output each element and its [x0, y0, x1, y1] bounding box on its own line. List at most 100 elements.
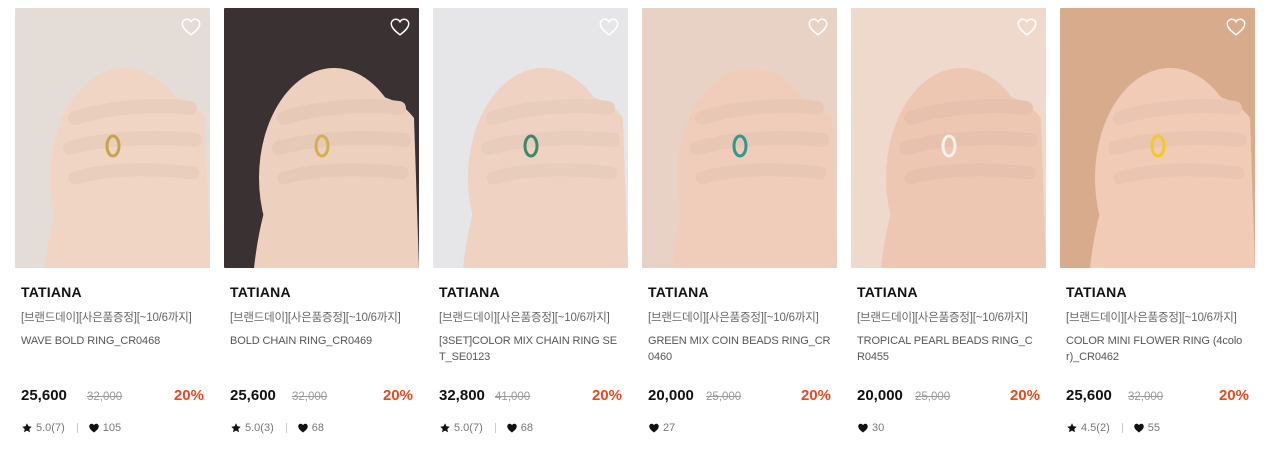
rating: 5.0(3): [230, 422, 274, 434]
discount-rate: 20%: [1218, 387, 1249, 404]
star-icon: [439, 422, 451, 434]
product-grid: TATIANA [브랜드데이][사은품증정][~10/6까지] WAVE BOL…: [0, 0, 1267, 465]
price-row: 20,000 25,000 20%: [857, 384, 1040, 406]
likes-count: 55: [1147, 422, 1160, 434]
wishlist-heart-icon[interactable]: [389, 16, 411, 38]
rating-text: 5.0(7): [36, 422, 65, 434]
meta-divider: [1121, 423, 1123, 433]
discount-rate: 20%: [173, 387, 204, 404]
heart-filled-icon: [857, 422, 869, 434]
wishlist-heart-icon[interactable]: [180, 16, 202, 38]
rating: 4.5(2): [1066, 422, 1110, 434]
product-meta: 5.0(3) 68: [230, 420, 324, 436]
product-image[interactable]: [1060, 8, 1255, 268]
rating: 5.0(7): [21, 422, 65, 434]
likes: 27: [648, 422, 675, 434]
wishlist-heart-icon[interactable]: [1225, 16, 1247, 38]
product-meta: 27: [648, 420, 675, 436]
product-card[interactable]: TATIANA [브랜드데이][사은품증정][~10/6까지] TROPICAL…: [851, 8, 1046, 448]
product-name[interactable]: GREEN MIX COIN BEADS RING_CR0460: [648, 333, 831, 367]
product-image[interactable]: [15, 8, 210, 268]
product-brand[interactable]: TATIANA: [439, 284, 622, 302]
price-row: 32,800 41,000 20%: [439, 384, 622, 406]
likes-count: 30: [872, 422, 885, 434]
sale-price: 20,000: [857, 387, 903, 404]
product-promo[interactable]: [브랜드데이][사은품증정][~10/6까지]: [1066, 309, 1249, 325]
product-meta: 4.5(2) 55: [1066, 420, 1160, 436]
product-brand[interactable]: TATIANA: [648, 284, 831, 302]
product-photo: [433, 8, 628, 268]
meta-divider: [285, 423, 287, 433]
likes: 55: [1133, 422, 1160, 434]
product-promo[interactable]: [브랜드데이][사은품증정][~10/6까지]: [230, 309, 413, 325]
product-brand[interactable]: TATIANA: [21, 284, 204, 302]
product-card[interactable]: TATIANA [브랜드데이][사은품증정][~10/6까지] COLOR MI…: [1060, 8, 1255, 448]
heart-filled-icon: [88, 422, 100, 434]
price-row: 25,600 32,000 20%: [1066, 384, 1249, 406]
product-photo: [224, 8, 419, 268]
price-row: 25,600 32,000 20%: [230, 384, 413, 406]
original-price: 41,000: [495, 391, 531, 403]
product-brand[interactable]: TATIANA: [230, 284, 413, 302]
meta-divider: [494, 423, 496, 433]
likes-count: 68: [520, 422, 533, 434]
product-name[interactable]: COLOR MINI FLOWER RING (4color)_CR0462: [1066, 333, 1249, 367]
discount-rate: 20%: [591, 387, 622, 404]
likes: 68: [297, 422, 324, 434]
likes: 68: [506, 422, 533, 434]
heart-filled-icon: [648, 422, 660, 434]
original-price: 32,000: [1128, 391, 1164, 403]
original-price: 32,000: [87, 391, 123, 403]
product-brand[interactable]: TATIANA: [857, 284, 1040, 302]
product-name[interactable]: TROPICAL PEARL BEADS RING_CR0455: [857, 333, 1040, 367]
rating: 5.0(7): [439, 422, 483, 434]
discount-rate: 20%: [382, 387, 413, 404]
rating-text: 5.0(3): [245, 422, 274, 434]
likes-count: 105: [102, 422, 122, 434]
product-meta: 30: [857, 420, 884, 436]
original-price: 32,000: [292, 391, 328, 403]
product-card[interactable]: TATIANA [브랜드데이][사은품증정][~10/6까지] WAVE BOL…: [15, 8, 210, 448]
wishlist-heart-icon[interactable]: [1016, 16, 1038, 38]
product-brand[interactable]: TATIANA: [1066, 284, 1249, 302]
star-icon: [21, 422, 33, 434]
likes-count: 68: [311, 422, 324, 434]
product-name[interactable]: WAVE BOLD RING_CR0468: [21, 333, 204, 367]
likes: 105: [88, 422, 121, 434]
wishlist-heart-icon[interactable]: [598, 16, 620, 38]
product-card[interactable]: TATIANA [브랜드데이][사은품증정][~10/6까지] [3SET]CO…: [433, 8, 628, 448]
product-promo[interactable]: [브랜드데이][사은품증정][~10/6까지]: [439, 309, 622, 325]
likes-count: 27: [663, 422, 676, 434]
product-image[interactable]: [224, 8, 419, 268]
sale-price: 20,000: [648, 387, 694, 404]
star-icon: [230, 422, 242, 434]
rating-text: 4.5(2): [1081, 422, 1110, 434]
product-photo: [1060, 8, 1255, 268]
product-promo[interactable]: [브랜드데이][사은품증정][~10/6까지]: [857, 309, 1040, 325]
heart-filled-icon: [1133, 422, 1145, 434]
product-card[interactable]: TATIANA [브랜드데이][사은품증정][~10/6까지] BOLD CHA…: [224, 8, 419, 448]
product-image[interactable]: [433, 8, 628, 268]
product-image[interactable]: [851, 8, 1046, 268]
product-name[interactable]: BOLD CHAIN RING_CR0469: [230, 333, 413, 367]
sale-price: 32,800: [439, 387, 485, 404]
product-meta: 5.0(7) 68: [439, 420, 533, 436]
product-promo[interactable]: [브랜드데이][사은품증정][~10/6까지]: [648, 309, 831, 325]
product-card[interactable]: TATIANA [브랜드데이][사은품증정][~10/6까지] GREEN MI…: [642, 8, 837, 448]
product-promo[interactable]: [브랜드데이][사은품증정][~10/6까지]: [21, 309, 204, 325]
rating-text: 5.0(7): [454, 422, 483, 434]
product-image[interactable]: [642, 8, 837, 268]
discount-rate: 20%: [1009, 387, 1040, 404]
product-photo: [642, 8, 837, 268]
sale-price: 25,600: [21, 387, 67, 404]
product-photo: [15, 8, 210, 268]
likes: 30: [857, 422, 884, 434]
original-price: 25,000: [915, 391, 951, 403]
product-meta: 5.0(7) 105: [21, 420, 121, 436]
wishlist-heart-icon[interactable]: [807, 16, 829, 38]
original-price: 25,000: [706, 391, 742, 403]
sale-price: 25,600: [1066, 387, 1112, 404]
product-photo: [851, 8, 1046, 268]
product-name[interactable]: [3SET]COLOR MIX CHAIN RING SET_SE0123: [439, 333, 622, 367]
price-row: 20,000 25,000 20%: [648, 384, 831, 406]
